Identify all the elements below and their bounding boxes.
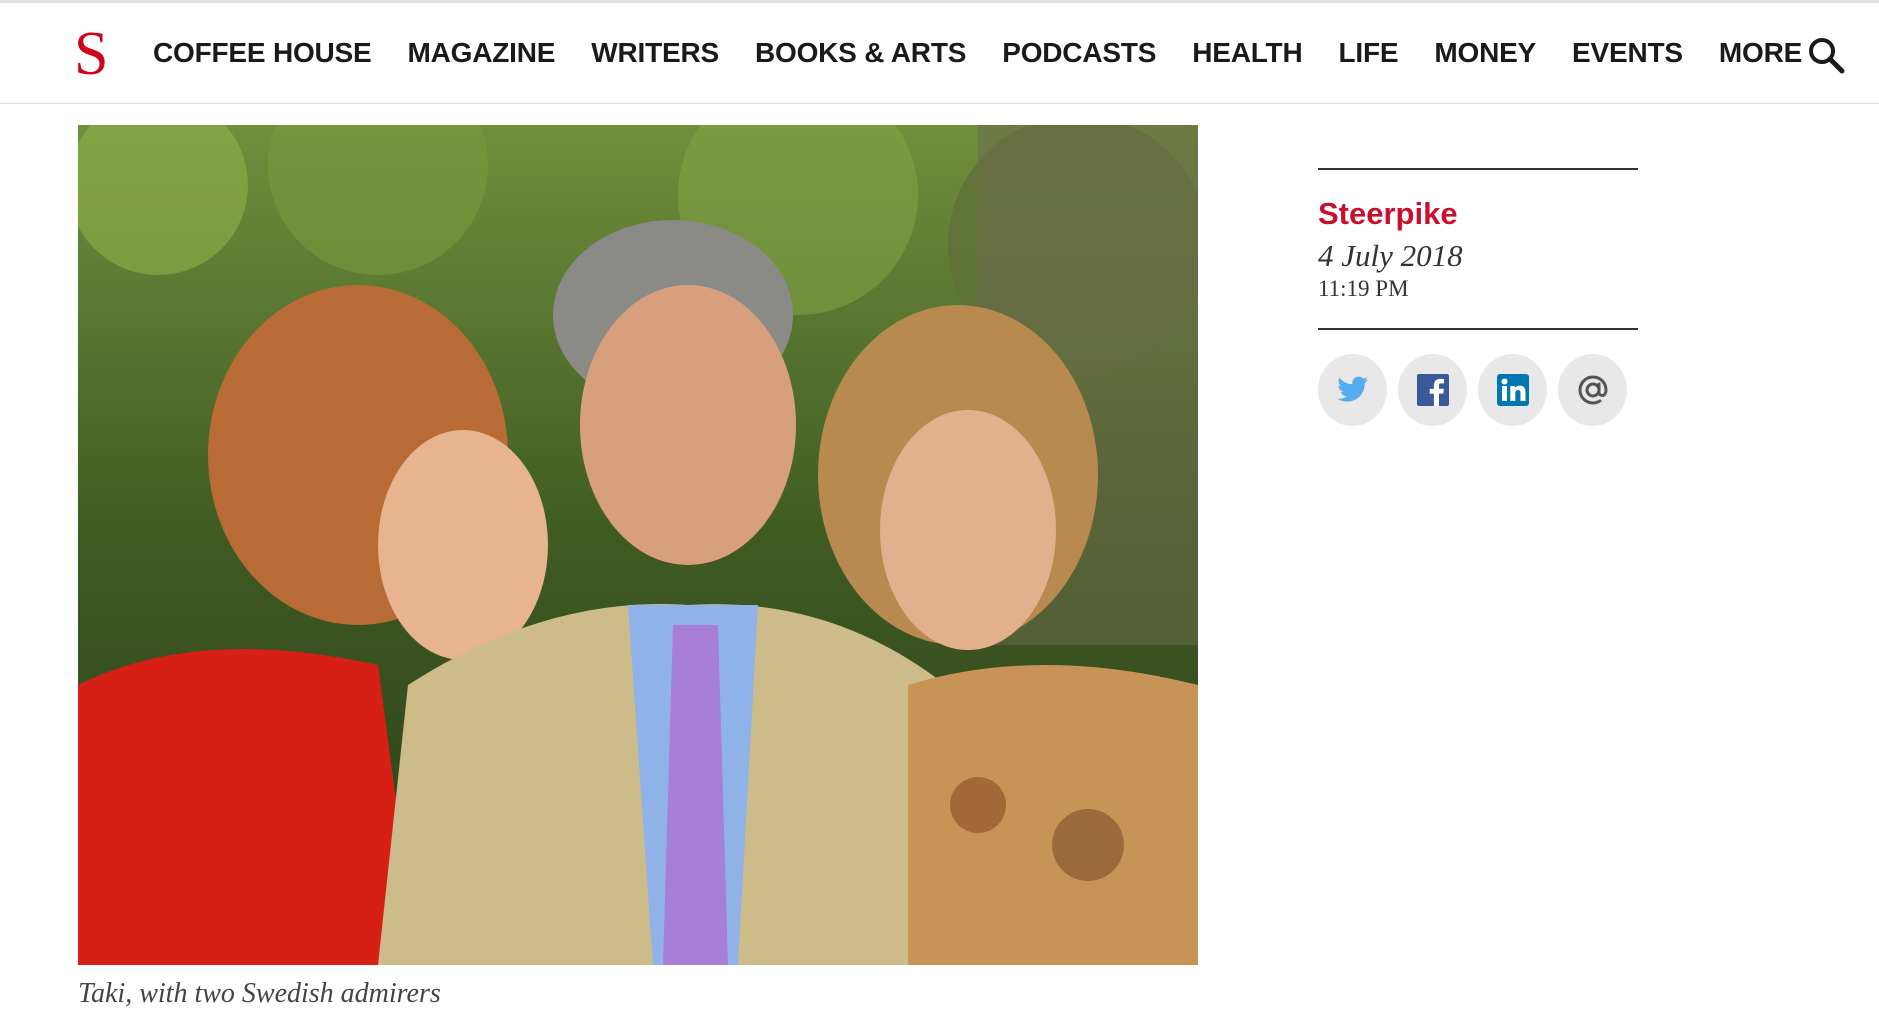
- facebook-share-button[interactable]: [1398, 354, 1467, 426]
- email-share-button[interactable]: [1558, 354, 1627, 426]
- publish-date: 4 July 2018: [1318, 238, 1463, 273]
- twitter-icon: [1336, 376, 1368, 402]
- nav-more[interactable]: MORE: [1719, 37, 1802, 69]
- nav-podcasts[interactable]: PODCASTS: [1002, 37, 1156, 69]
- facebook-icon: [1416, 374, 1449, 406]
- nav-magazine[interactable]: MAGAZINE: [408, 37, 556, 69]
- article-photo: [78, 125, 1198, 965]
- spectator-logo[interactable]: S: [74, 23, 108, 85]
- nav-coffee-house[interactable]: COFFEE HOUSE: [153, 37, 372, 69]
- divider: [1318, 328, 1638, 330]
- publish-time: 11:19 PM: [1318, 276, 1409, 301]
- linkedin-icon: [1496, 374, 1529, 406]
- divider: [1318, 168, 1638, 170]
- nav-life[interactable]: LIFE: [1338, 37, 1398, 69]
- nav-books-arts[interactable]: BOOKS & ARTS: [755, 37, 966, 69]
- email-icon: [1577, 375, 1608, 405]
- nav-events[interactable]: EVENTS: [1572, 37, 1683, 69]
- author-link[interactable]: Steerpike: [1318, 196, 1638, 232]
- nav-money[interactable]: MONEY: [1434, 37, 1536, 69]
- search-icon[interactable]: [1806, 35, 1846, 75]
- main-nav: COFFEE HOUSE MAGAZINE WRITERS BOOKS & AR…: [153, 3, 1838, 103]
- image-caption: Taki, with two Swedish admirers: [78, 978, 441, 1009]
- nav-health[interactable]: HEALTH: [1192, 37, 1302, 69]
- linkedin-share-button[interactable]: [1478, 354, 1547, 426]
- site-header: S COFFEE HOUSE MAGAZINE WRITERS BOOKS & …: [0, 3, 1879, 104]
- article-meta: Steerpike 4 July 2018 11:19 PM: [1318, 168, 1638, 426]
- nav-writers[interactable]: WRITERS: [591, 37, 719, 69]
- share-buttons: [1318, 354, 1638, 426]
- twitter-share-button[interactable]: [1318, 354, 1387, 426]
